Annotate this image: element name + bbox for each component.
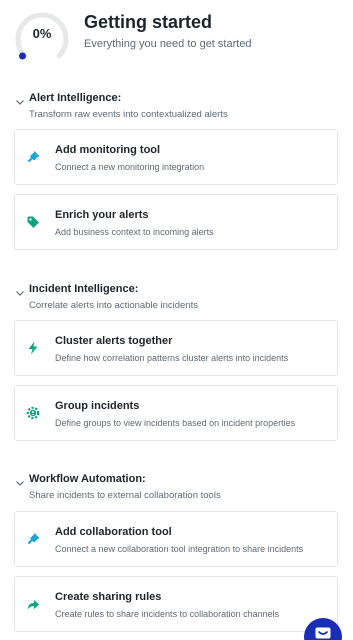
section-incident-intelligence: Incident Intelligence: Correlate alerts … — [0, 282, 353, 316]
plug-icon — [28, 533, 40, 544]
chevron-down-icon[interactable] — [15, 97, 25, 107]
card-title: Add collaboration tool — [55, 526, 172, 538]
page-title: Getting started — [84, 12, 213, 32]
card-description: Connect a new monitoring integration — [55, 162, 205, 172]
section-title: Workflow Automation: — [29, 473, 146, 485]
chat-icon — [315, 627, 331, 639]
card-add-collaboration-tool[interactable]: Add collaboration tool Connect a new col… — [14, 511, 338, 567]
card-add-monitoring-tool[interactable]: Add monitoring tool Connect a new monito… — [14, 129, 338, 185]
progress-marker — [19, 52, 26, 60]
progress-percent: 0% — [32, 26, 52, 41]
card-title: Group incidents — [55, 400, 140, 412]
card-title: Add monitoring tool — [55, 144, 161, 156]
card-cluster-alerts[interactable]: Cluster alerts together Define how corre… — [14, 320, 338, 376]
lightning-icon — [28, 341, 38, 355]
card-description: Define groups to view incidents based on… — [55, 418, 296, 428]
section-header[interactable]: Alert Intelligence: Transform raw events… — [0, 91, 353, 125]
chevron-down-icon[interactable] — [15, 288, 25, 298]
section-header[interactable]: Workflow Automation: Share incidents to … — [0, 472, 353, 506]
section-title: Incident Intelligence: — [29, 283, 139, 295]
card-description: Create rules to share incidents to colla… — [55, 609, 280, 619]
section-workflow-automation: Workflow Automation: Share incidents to … — [0, 472, 353, 506]
section-subtitle: Share incidents to external collaboratio… — [29, 490, 221, 501]
section-title: Alert Intelligence: — [29, 92, 122, 104]
plug-icon — [28, 151, 40, 162]
chevron-down-icon[interactable] — [15, 478, 25, 488]
group-gear-icon — [26, 406, 40, 420]
card-title: Cluster alerts together — [55, 335, 173, 347]
card-description: Define how correlation patterns cluster … — [55, 353, 289, 363]
getting-started-header: 0% Getting started Everything you need t… — [0, 0, 353, 70]
card-description: Connect a new collaboration tool integra… — [55, 544, 304, 554]
card-title: Enrich your alerts — [55, 209, 149, 221]
share-arrow-icon — [28, 600, 39, 609]
section-subtitle: Transform raw events into contextualized… — [29, 109, 228, 120]
section-alert-intelligence: Alert Intelligence: Transform raw events… — [0, 91, 353, 125]
section-header[interactable]: Incident Intelligence: Correlate alerts … — [0, 282, 353, 316]
tag-icon — [27, 216, 39, 228]
card-enrich-alerts[interactable]: Enrich your alerts Add business context … — [14, 194, 338, 250]
section-subtitle: Correlate alerts into actionable inciden… — [29, 300, 198, 311]
card-create-sharing-rules[interactable]: Create sharing rules Create rules to sha… — [14, 576, 338, 632]
card-group-incidents[interactable]: Group incidents Define groups to view in… — [14, 385, 338, 441]
card-description: Add business context to incoming alerts — [55, 227, 214, 237]
card-title: Create sharing rules — [55, 591, 162, 603]
page-subtitle: Everything you need to get started — [84, 38, 252, 50]
